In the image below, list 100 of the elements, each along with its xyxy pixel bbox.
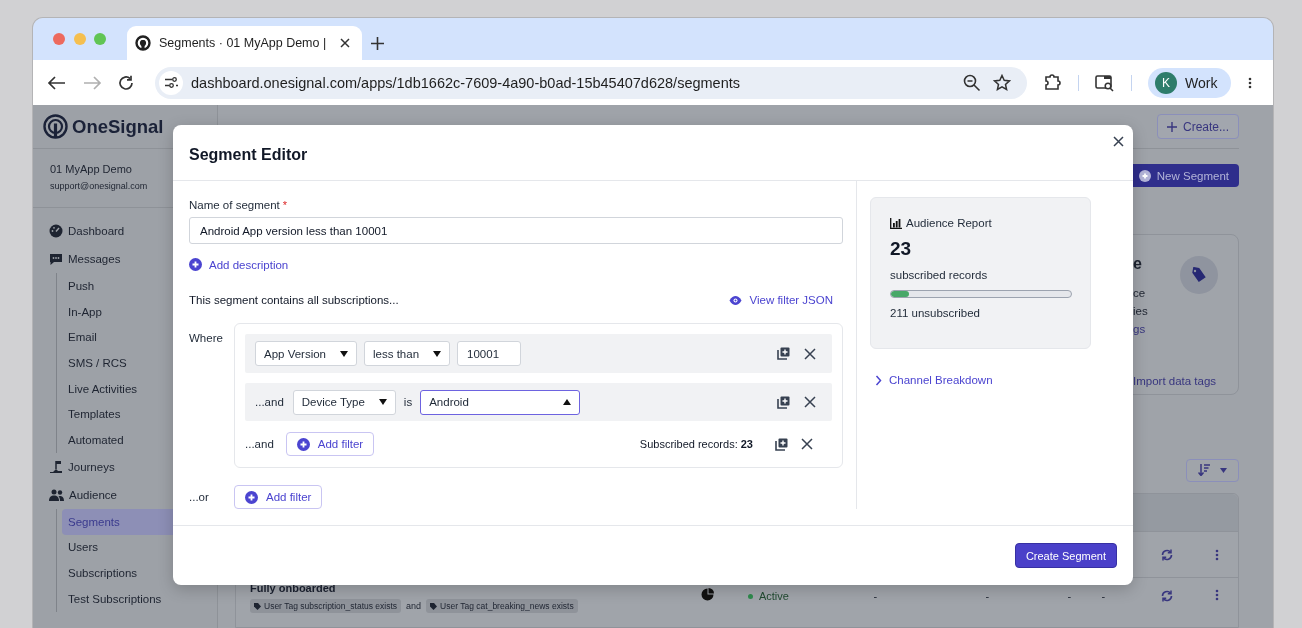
field-label: Name of segment — [189, 199, 280, 211]
sliders-icon — [164, 77, 178, 88]
unsubscribed-text: 211 unsubscribed — [890, 307, 981, 319]
remove-button[interactable] — [804, 347, 816, 360]
dropdown[interactable]: Device Type — [292, 389, 396, 415]
value-field[interactable]: 10001 — [457, 341, 522, 366]
pie-icon — [701, 588, 715, 601]
conjunction-label: ...and — [245, 438, 274, 450]
plus-icon — [1166, 121, 1177, 132]
plus-circle-icon — [189, 258, 202, 271]
more-icon — [1215, 548, 1219, 561]
dialog-title: Segment Editor — [189, 146, 308, 165]
dropdown[interactable]: Android — [420, 389, 581, 415]
logo-icon — [43, 114, 68, 139]
account-email: support@onesignal.com — [50, 181, 149, 191]
plus-circle-icon — [245, 490, 258, 504]
remove-button[interactable] — [804, 396, 816, 408]
close-icon — [804, 347, 816, 360]
caret-down-icon — [1220, 467, 1227, 473]
add-filter-button[interactable]: Add filter — [234, 485, 323, 509]
caret-down-icon — [340, 350, 348, 357]
card-text: ce — [1133, 286, 1147, 301]
more-icon — [1248, 76, 1253, 89]
tag-icon — [254, 602, 261, 610]
duplicate-button[interactable] — [777, 395, 790, 409]
tag-icon — [1180, 256, 1218, 295]
chevron-right-icon — [875, 374, 882, 386]
tag-joiner: and — [406, 601, 422, 611]
duplicate-icon — [777, 395, 790, 409]
eye-icon — [729, 295, 743, 305]
view-filter-json-link[interactable]: View filter JSON — [729, 294, 833, 306]
caret-up-icon — [563, 399, 572, 405]
close-button[interactable] — [1113, 134, 1124, 148]
conjunction-label: ...and — [255, 396, 284, 408]
status-label: Active — [758, 590, 789, 602]
summary-text: This segment contains all subscriptions... — [189, 294, 399, 306]
extensions-button[interactable] — [1044, 73, 1062, 92]
new-tab-button[interactable] — [371, 37, 384, 50]
table-cell-text: - — [872, 589, 879, 602]
browser-tab[interactable]: Segments · 01 MyApp Demo | — [127, 26, 362, 60]
subscribed-count: 23 — [890, 238, 913, 260]
back-button[interactable] — [47, 74, 67, 91]
card-text: ies — [1133, 304, 1149, 319]
tab-search-icon — [1095, 73, 1115, 92]
refresh-icon — [1160, 547, 1174, 562]
dropdown[interactable]: less than — [364, 341, 451, 366]
nav-subitem[interactable]: Test Subscriptions — [62, 585, 217, 612]
close-icon — [801, 438, 813, 450]
remove-button[interactable] — [801, 438, 813, 450]
card-link[interactable]: gs — [1133, 322, 1180, 337]
url-text: dashboard.onesignal.com/apps/1db1662c-7609-4a90-b0ad-15b45407d628/segments — [191, 74, 741, 91]
back-icon — [47, 74, 67, 91]
table-cell-text: - — [984, 589, 991, 602]
required-mark: * — [282, 199, 288, 211]
duplicate-button[interactable] — [777, 347, 790, 360]
import-link[interactable]: Import data tags — [1133, 375, 1218, 388]
subscribed-records-text: Subscribed records: 23 — [639, 438, 753, 450]
refresh-icon — [1160, 589, 1175, 603]
filter-tag: User Tag cat_breaking_news exists — [426, 599, 578, 613]
close-icon — [804, 396, 816, 408]
profile-button[interactable]: K Work — [1148, 67, 1232, 98]
add-description-link[interactable]: Add description — [189, 258, 289, 271]
bar-chart-icon — [890, 217, 902, 229]
tab-search-button[interactable] — [1095, 73, 1115, 92]
channel-breakdown-toggle[interactable]: Channel Breakdown — [875, 374, 993, 386]
star-icon — [993, 73, 1011, 92]
create-segment-button[interactable]: Create Segment — [1014, 543, 1117, 568]
plus-circle-icon — [1138, 169, 1151, 182]
filter-tag: User Tag subscription_status exists — [250, 599, 402, 613]
add-filter-button[interactable]: Add filter — [285, 432, 375, 456]
dropdown[interactable]: App Version — [255, 341, 357, 366]
where-label: Where — [189, 331, 224, 346]
table-cell-text: - — [1066, 589, 1073, 602]
tab-title: Segments · 01 MyApp Demo | — [159, 36, 327, 50]
menu-button[interactable] — [1248, 76, 1253, 89]
nav-item[interactable]: Journeys — [33, 452, 217, 481]
people-icon — [49, 488, 64, 501]
address-bar[interactable]: dashboard.onesignal.com/apps/1db1662c-7609-4a90-b0ad-15b45407d628/segments — [155, 66, 1027, 99]
duplicate-button[interactable] — [775, 437, 788, 451]
caret-down-icon — [378, 399, 387, 405]
segment-name-field[interactable]: Android App version less than 10001 — [189, 217, 843, 244]
bookmark-button[interactable] — [993, 73, 1011, 92]
card-title: e — [1133, 256, 1143, 273]
chat-icon — [49, 252, 63, 266]
more-icon — [1215, 589, 1220, 601]
tag-icon — [430, 602, 438, 610]
site-info-button[interactable] — [159, 70, 183, 95]
puzzle-icon — [1044, 73, 1062, 92]
sort-button[interactable] — [1186, 458, 1239, 482]
logo-icon — [135, 35, 151, 51]
report-title: Audience Report — [906, 217, 992, 229]
app-name: 01 MyApp Demo — [50, 163, 133, 175]
flag-icon — [49, 459, 63, 474]
plus-icon — [371, 37, 384, 50]
zoom-button[interactable] — [963, 73, 981, 92]
create-button[interactable]: Create... — [1156, 114, 1239, 139]
close-icon — [340, 38, 350, 48]
count-label: subscribed records — [890, 269, 989, 281]
sort-icon — [1198, 464, 1210, 477]
close-icon — [1113, 135, 1124, 147]
